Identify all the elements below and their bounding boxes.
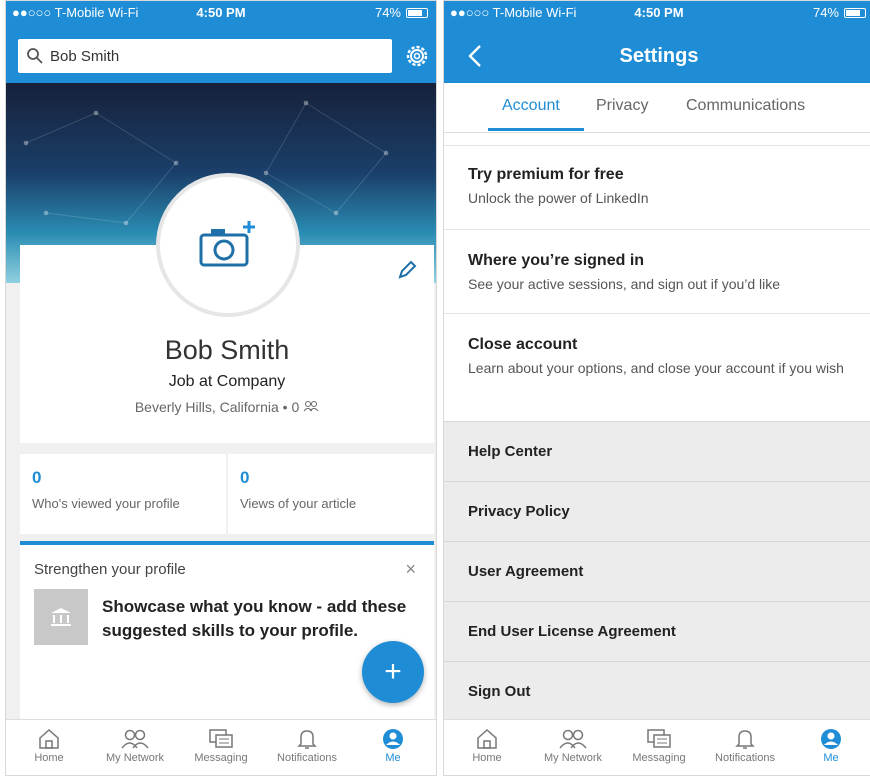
messaging-icon — [209, 729, 233, 748]
link-eula[interactable]: End User License Agreement — [444, 601, 870, 661]
home-icon — [39, 728, 59, 749]
messaging-icon — [647, 729, 671, 748]
settings-item-subtitle: Unlock the power of LinkedIn — [468, 190, 649, 206]
profile-job: Job at Company — [168, 373, 286, 390]
status-bar: ●●○○○ T-Mobile Wi-Fi 4:50 PM 74% — [6, 1, 436, 23]
profile-name: Bob Smith — [164, 335, 290, 365]
profile-views-count: 0 — [32, 468, 42, 487]
tab-messaging[interactable]: Messaging — [616, 720, 702, 775]
tab-me-label: Me — [385, 752, 401, 764]
tab-home-label: Home — [34, 752, 64, 764]
tab-me-label: Me — [823, 752, 839, 764]
clock: 4:50 PM — [196, 5, 246, 20]
avatar[interactable] — [156, 173, 300, 317]
tab-messaging-label: Messaging — [194, 752, 248, 764]
settings-item-close-account[interactable]: Close account Learn about your options, … — [444, 313, 870, 421]
settings-item-subtitle: See your active sessions, and sign out i… — [468, 276, 781, 292]
tab-notifications[interactable]: Notifications — [702, 720, 788, 775]
battery-icon — [844, 7, 866, 18]
clock: 4:50 PM — [634, 5, 684, 20]
tab-communications[interactable]: Communications — [686, 97, 805, 115]
add-photo-icon — [199, 221, 255, 267]
tab-notifications-label: Notifications — [715, 752, 775, 764]
add-button[interactable]: + — [362, 641, 424, 703]
profile-icon — [383, 729, 403, 749]
close-icon[interactable]: × — [405, 559, 416, 580]
tab-bar: Home My Network Messaging Notifications … — [444, 719, 870, 775]
sign-out-button[interactable]: Sign Out — [444, 661, 870, 721]
tab-messaging-label: Messaging — [632, 752, 686, 764]
tab-home[interactable]: Home — [6, 720, 92, 775]
link-privacy-policy[interactable]: Privacy Policy — [444, 481, 870, 541]
tab-my-network-label: My Network — [105, 752, 165, 764]
tab-notifications-label: Notifications — [277, 752, 337, 764]
edit-icon[interactable] — [396, 259, 418, 281]
article-views-count: 0 — [240, 468, 250, 487]
settings-item-signed-in[interactable]: Where you’re signed in See your active s… — [444, 229, 870, 313]
location-text: Beverly Hills, California • 0 — [134, 399, 300, 415]
settings-tabs: Account Privacy Communications — [444, 83, 870, 133]
tab-privacy[interactable]: Privacy — [596, 97, 648, 115]
institution-icon — [34, 589, 88, 645]
settings-screen: Settings ●●○○○ T-Mobile Wi-Fi 4:50 PM 74… — [443, 0, 870, 776]
tab-my-network[interactable]: My Network — [92, 720, 178, 775]
article-views-label: Views of your article — [240, 496, 357, 511]
tab-notifications[interactable]: Notifications — [264, 720, 350, 775]
tab-my-network[interactable]: My Network — [530, 720, 616, 775]
battery-percent: 74% — [812, 5, 839, 20]
home-icon — [477, 728, 497, 749]
settings-item-title: Try premium for free — [468, 166, 624, 183]
tab-my-network-label: My Network — [543, 752, 603, 764]
gear-icon[interactable] — [404, 43, 430, 69]
network-icon — [559, 729, 587, 749]
search-icon — [27, 48, 43, 64]
battery-indicator: 74% — [375, 5, 428, 20]
bell-icon — [297, 730, 317, 749]
profile-location: Beverly Hills, California • 0 — [20, 399, 434, 415]
tab-home[interactable]: Home — [444, 720, 530, 775]
settings-item-title: Close account — [468, 336, 578, 353]
profile-views-stat[interactable]: 0 Who's viewed your profile — [20, 454, 226, 534]
active-tab-indicator — [488, 128, 584, 131]
battery-indicator: 74% — [813, 5, 866, 20]
status-bar: ●●○○○ T-Mobile Wi-Fi 4:50 PM 74% — [444, 1, 870, 23]
tab-account[interactable]: Account — [502, 97, 560, 115]
battery-icon — [406, 7, 428, 18]
link-help-center[interactable]: Help Center — [444, 421, 870, 481]
bell-icon — [735, 730, 755, 749]
tab-me[interactable]: Me — [350, 720, 436, 775]
network-icon — [121, 729, 149, 749]
profile-screen: ●●○○○ T-Mobile Wi-Fi 4:50 PM 74% Bob Smi… — [5, 0, 437, 776]
settings-item-premium[interactable]: Try premium for free Unlock the power of… — [444, 145, 870, 229]
profile-views-label: Who's viewed your profile — [32, 496, 180, 511]
search-value: Bob Smith — [50, 47, 120, 65]
tab-bar: Home My Network Messaging Notifications … — [6, 719, 436, 775]
strengthen-title: Strengthen your profile — [34, 561, 186, 578]
tab-messaging[interactable]: Messaging — [178, 720, 264, 775]
settings-item-title: Where you’re signed in — [468, 252, 645, 269]
article-views-stat[interactable]: 0 Views of your article — [228, 454, 434, 534]
page-title: Settings — [619, 45, 699, 67]
settings-item-subtitle: Learn about your options, and close your… — [468, 360, 844, 376]
tab-me[interactable]: Me — [788, 720, 870, 775]
battery-percent: 74% — [374, 5, 401, 20]
profile-icon — [821, 729, 841, 749]
connections-icon — [303, 401, 319, 412]
strengthen-profile-card: Strengthen your profile × Showcase what … — [20, 541, 434, 731]
link-user-agreement[interactable]: User Agreement — [444, 541, 870, 601]
tab-home-label: Home — [472, 752, 502, 764]
search-input[interactable]: Bob Smith — [18, 39, 392, 73]
strengthen-text[interactable]: Showcase what you know - add these sugge… — [102, 595, 422, 643]
